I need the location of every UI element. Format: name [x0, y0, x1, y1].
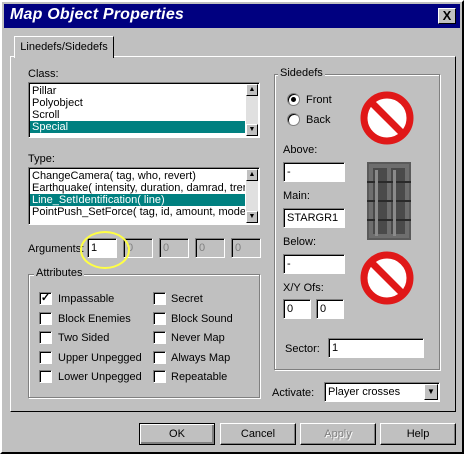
window-title: Map Object Properties	[10, 6, 185, 23]
type-listbox[interactable]: ChangeCamera( tag, who, revert) Earthqua…	[28, 167, 260, 225]
no-texture-icon[interactable]	[357, 90, 417, 146]
activate-label: Activate:	[272, 387, 315, 399]
class-item-polyobject[interactable]: Polyobject	[30, 97, 245, 109]
secret-label: Secret	[171, 293, 203, 305]
lower-unpegged-label: Lower Unpegged	[58, 371, 142, 383]
front-label: Front	[306, 94, 332, 106]
main-texture-preview[interactable]	[367, 162, 411, 240]
class-item-scroll[interactable]: Scroll	[30, 109, 245, 121]
y-offset-input[interactable]: 0	[316, 299, 344, 319]
checkbox-box[interactable]	[39, 312, 52, 325]
argument-4-input: 0	[195, 238, 225, 258]
checkbox-box[interactable]	[153, 370, 166, 383]
check-icon[interactable]: ✓	[39, 292, 52, 305]
checkbox-box[interactable]	[153, 292, 166, 305]
type-item-change-camera[interactable]: ChangeCamera( tag, who, revert)	[30, 170, 245, 182]
class-scrollbar[interactable]: ▲ ▼	[246, 84, 258, 136]
xy-offset-label: X/Y Ofs:	[283, 282, 324, 294]
checkbox-box[interactable]	[153, 331, 166, 344]
no-texture-icon[interactable]	[357, 250, 417, 306]
tab-linedefs-sidedefs[interactable]: Linedefs/Sidedefs	[14, 36, 114, 58]
type-label: Type:	[28, 153, 55, 165]
radio-front-button[interactable]	[287, 93, 300, 106]
sidedefs-title: Sidedefs	[278, 67, 325, 79]
class-listbox[interactable]: Pillar Polyobject Scroll Special ▲ ▼	[28, 82, 260, 138]
scroll-down-arrow-icon[interactable]: ▼	[246, 124, 258, 136]
dropdown-arrow-icon[interactable]: ▼	[424, 384, 438, 400]
block-enemies-label: Block Enemies	[58, 313, 131, 325]
argument-5-input: 0	[231, 238, 261, 258]
ok-button[interactable]: OK	[139, 423, 215, 445]
checkbox-box[interactable]	[153, 312, 166, 325]
class-item-pillar[interactable]: Pillar	[30, 85, 245, 97]
block-sound-label: Block Sound	[171, 313, 233, 325]
class-label: Class:	[28, 68, 59, 80]
attributes-title: Attributes	[34, 267, 85, 279]
arguments-label: Arguments:	[28, 243, 85, 255]
checkbox-box[interactable]	[39, 370, 52, 383]
argument-2-input: 0	[123, 238, 153, 258]
below-texture-input[interactable]: -	[283, 254, 345, 274]
x-offset-input[interactable]: 0	[283, 299, 311, 319]
argument-3-input: 0	[159, 238, 189, 258]
scroll-down-arrow-icon[interactable]: ▼	[246, 211, 258, 223]
scroll-up-arrow-icon[interactable]: ▲	[246, 84, 258, 96]
always-map-label: Always Map	[171, 352, 231, 364]
argument-1-input[interactable]: 1	[87, 238, 117, 258]
back-label: Back	[306, 114, 331, 126]
cancel-button[interactable]: Cancel	[220, 423, 296, 445]
apply-button: Apply	[300, 423, 376, 445]
above-texture-input[interactable]: -	[283, 162, 345, 182]
type-item-line-set-identification[interactable]: Line_SetIdentification( line)	[30, 194, 245, 206]
type-scrollbar[interactable]: ▲ ▼	[246, 169, 258, 223]
upper-unpegged-label: Upper Unpegged	[58, 352, 142, 364]
checkbox-box[interactable]	[39, 351, 52, 364]
class-item-special[interactable]: Special	[30, 121, 245, 133]
above-label: Above:	[283, 144, 318, 156]
sector-input[interactable]: 1	[328, 338, 424, 358]
title-bar[interactable]: Map Object Properties X	[4, 4, 460, 28]
never-map-label: Never Map	[171, 332, 225, 344]
below-label: Below:	[283, 236, 317, 248]
activate-value: Player crosses	[328, 386, 401, 398]
checkbox-box[interactable]	[153, 351, 166, 364]
radio-back-button[interactable]	[287, 113, 300, 126]
help-button[interactable]: Help	[380, 423, 456, 445]
close-button[interactable]: X	[438, 8, 456, 24]
checkbox-box[interactable]	[39, 331, 52, 344]
type-item-point-push[interactable]: PointPush_SetForce( tag, id, amount, mod…	[30, 206, 245, 218]
repeatable-label: Repeatable	[171, 371, 228, 383]
properties-window: Map Object Properties X Linedefs/Sidedef…	[0, 0, 464, 454]
two-sided-label: Two Sided	[58, 332, 110, 344]
type-item-earthquake[interactable]: Earthquake( intensity, duration, damrad,…	[30, 182, 245, 194]
sector-label: Sector:	[285, 343, 320, 355]
main-label: Main:	[283, 190, 310, 202]
scroll-up-arrow-icon[interactable]: ▲	[246, 169, 258, 181]
activate-select[interactable]: Player crosses ▼	[324, 382, 440, 402]
impassable-label: Impassable	[58, 293, 115, 305]
main-texture-input[interactable]: STARGR1	[283, 208, 345, 228]
